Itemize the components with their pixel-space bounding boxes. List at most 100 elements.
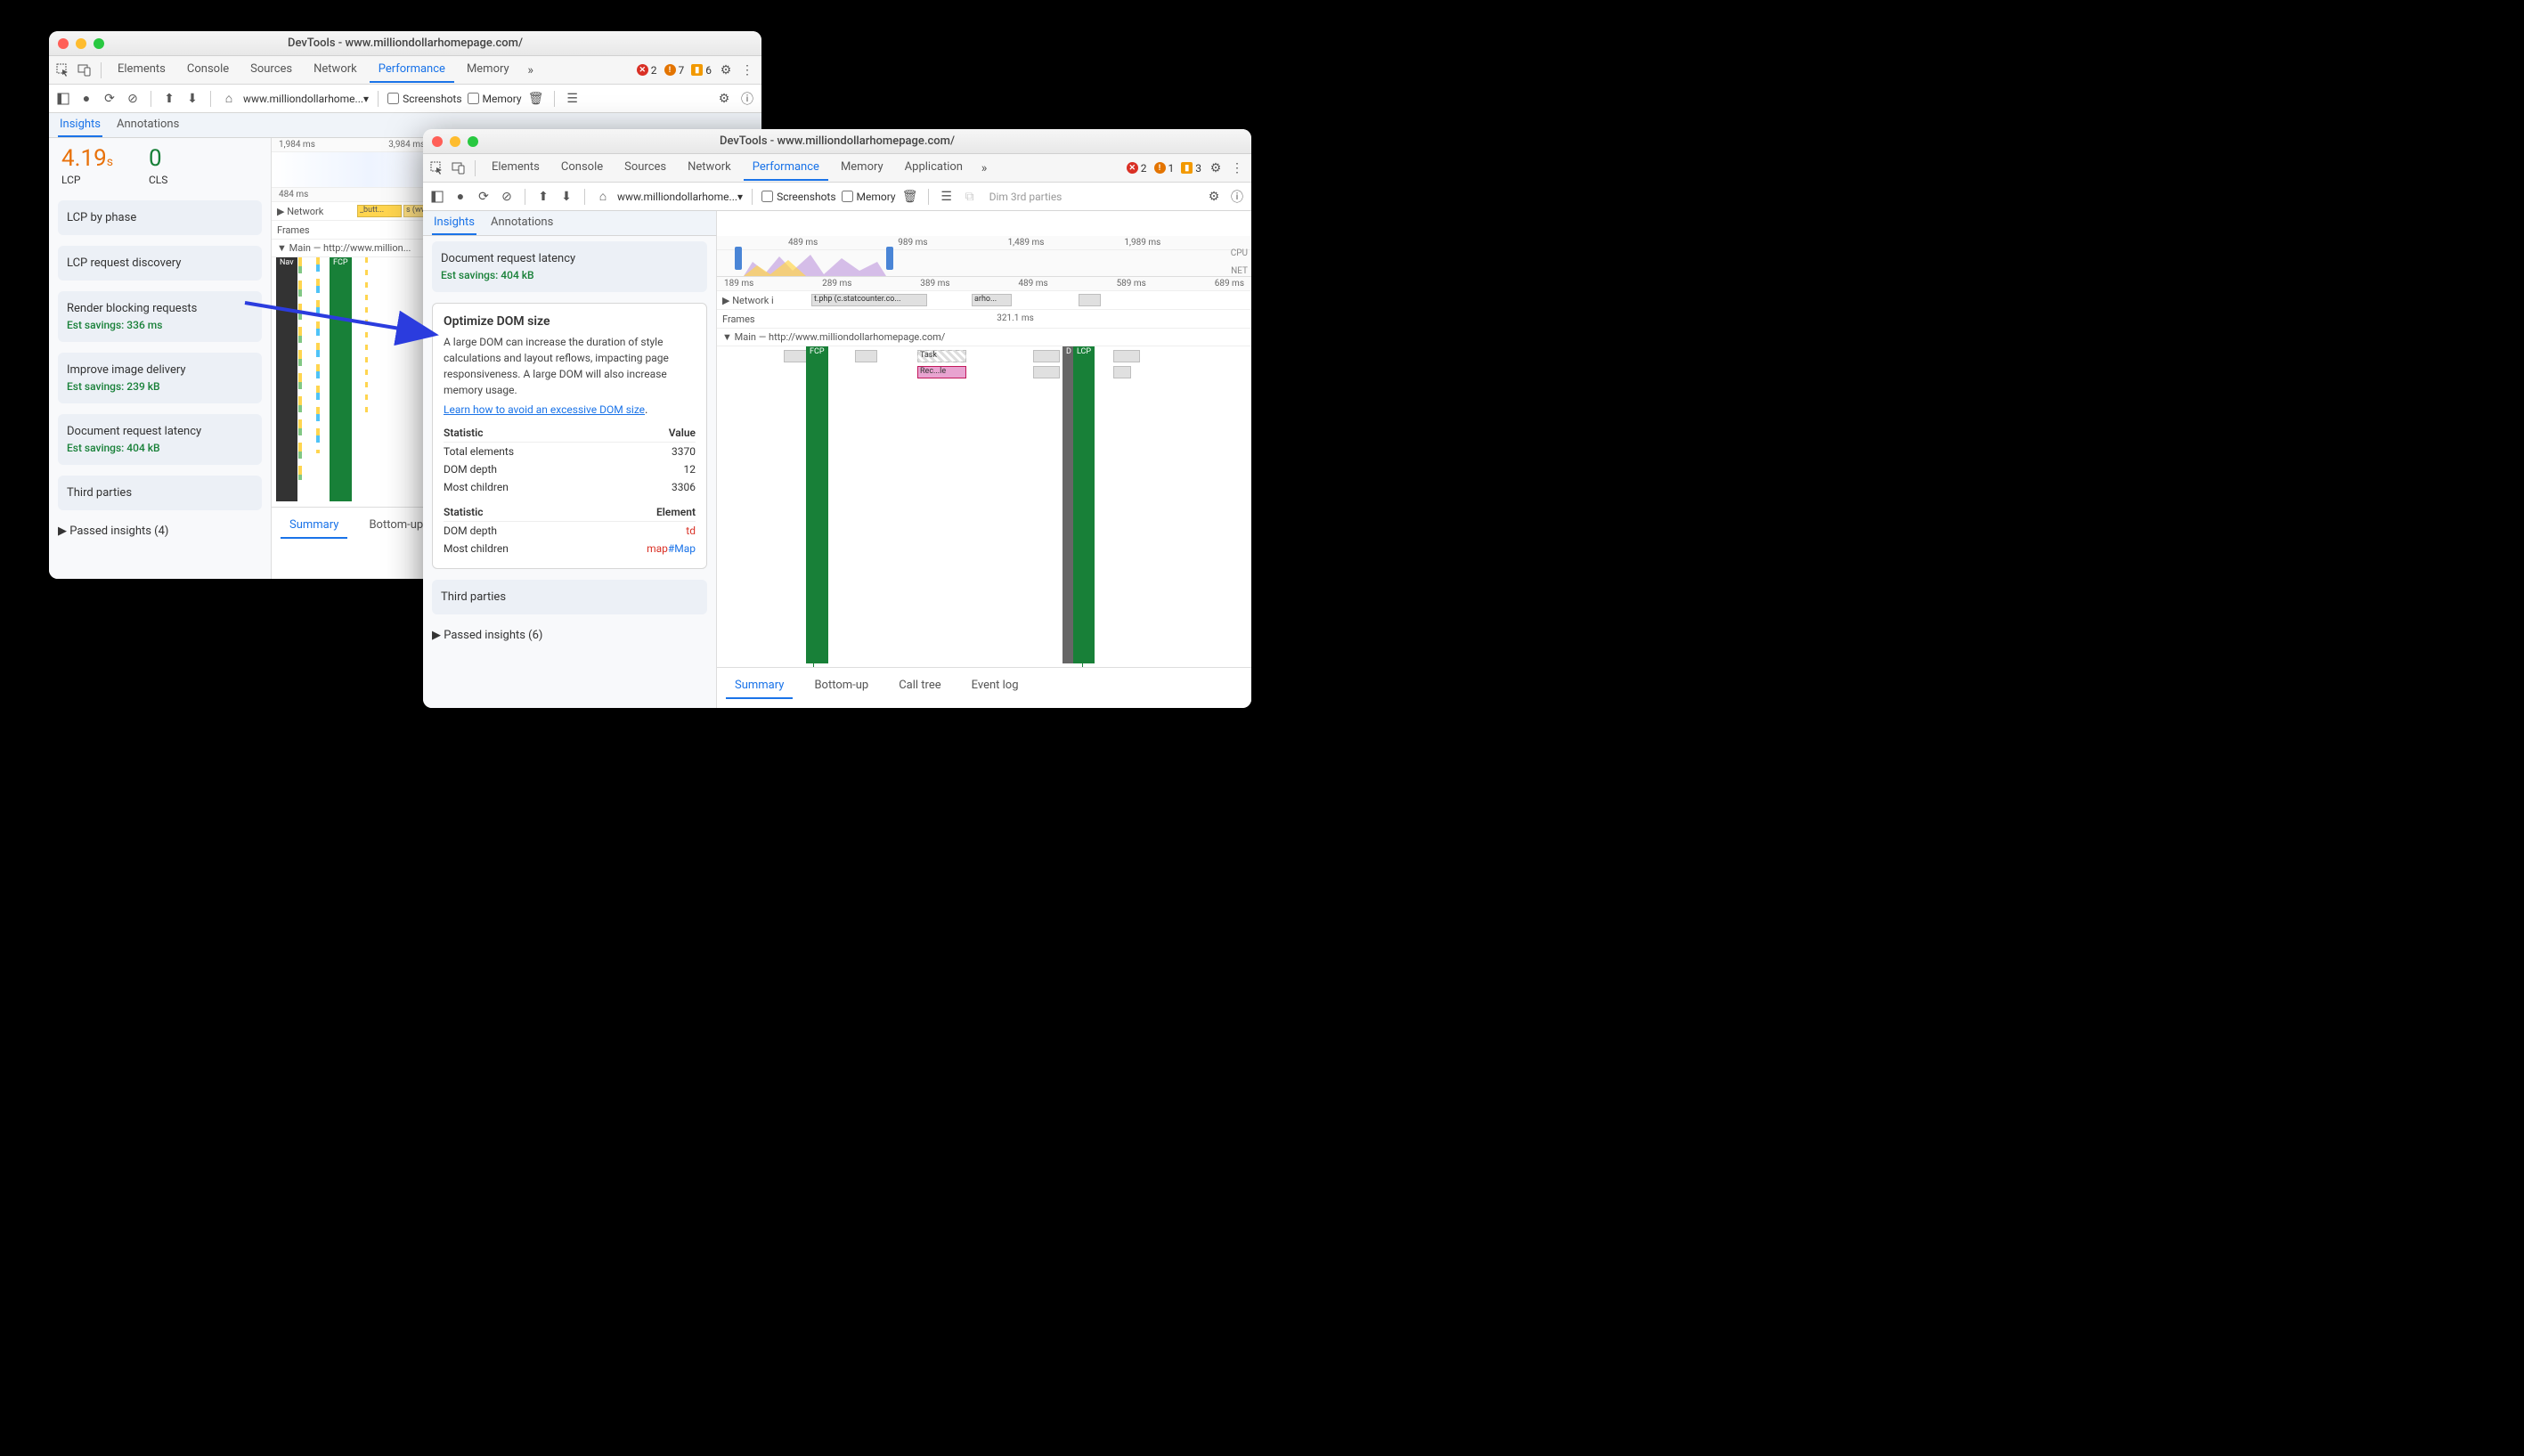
insight-lcp-discovery[interactable]: LCP request discovery: [58, 246, 262, 281]
warnings-badge[interactable]: !1: [1154, 162, 1175, 175]
task-bar[interactable]: Task: [917, 350, 966, 362]
frames-track[interactable]: Frames 321.1 ms: [717, 310, 1251, 329]
main-track[interactable]: ▼ Main — http://www.milliondollarhomepag…: [717, 329, 1251, 346]
tab-console[interactable]: Console: [552, 155, 612, 181]
clear-icon[interactable]: ⊘: [498, 188, 516, 206]
reload-icon[interactable]: ⟳: [475, 188, 493, 206]
flame-block[interactable]: [1033, 366, 1060, 378]
timeline[interactable]: 489 ms 989 ms 1,489 ms 1,989 ms CPU NET …: [717, 236, 1251, 708]
device-icon[interactable]: [450, 159, 468, 177]
flame-stack-1[interactable]: [298, 257, 302, 480]
metric-cls[interactable]: 0 CLS: [149, 145, 167, 186]
tab-elements[interactable]: Elements: [483, 155, 549, 181]
issues-badge[interactable]: ▮3: [1181, 162, 1201, 175]
tab-memory[interactable]: Memory: [832, 155, 892, 181]
bt-eventlog[interactable]: Event log: [963, 673, 1028, 699]
close-button[interactable]: [432, 136, 443, 147]
help-icon[interactable]: ⓘ: [738, 90, 756, 108]
flame-block[interactable]: [1113, 366, 1131, 378]
errors-badge[interactable]: ✕2: [637, 64, 657, 77]
inspect-icon[interactable]: [428, 159, 446, 177]
inspect-icon[interactable]: [54, 61, 72, 79]
url-dropdown[interactable]: www.milliondollarhome... ▾: [243, 93, 369, 105]
home-icon[interactable]: ⌂: [220, 90, 238, 108]
download-icon[interactable]: ⬇: [558, 188, 575, 206]
settings-icon[interactable]: ⚙: [1207, 159, 1225, 177]
memory-checkbox[interactable]: Memory: [468, 93, 522, 105]
tab-memory[interactable]: Memory: [458, 57, 518, 83]
maximize-button[interactable]: [94, 38, 104, 49]
flame-block[interactable]: [1033, 350, 1060, 362]
maximize-button[interactable]: [468, 136, 478, 147]
tab-network[interactable]: Network: [305, 57, 366, 83]
subtab-insights[interactable]: Insights: [58, 113, 102, 137]
bt-bottomup[interactable]: Bottom-up: [360, 513, 432, 539]
tab-elements[interactable]: Elements: [109, 57, 175, 83]
upload-icon[interactable]: ⬆: [534, 188, 552, 206]
shortcut-icon[interactable]: ⧉: [961, 188, 979, 206]
net-bar-3[interactable]: [1079, 294, 1101, 306]
subtab-annotations[interactable]: Annotations: [489, 211, 555, 235]
record-icon[interactable]: ●: [77, 90, 95, 108]
tab-sources[interactable]: Sources: [615, 155, 675, 181]
learn-more-link[interactable]: Learn how to avoid an excessive DOM size: [444, 403, 645, 416]
bt-summary[interactable]: Summary: [726, 673, 793, 699]
dim-3rd-parties[interactable]: Dim 3rd parties: [989, 191, 1063, 203]
screenshots-checkbox[interactable]: Screenshots: [761, 191, 835, 203]
home-icon[interactable]: ⌂: [594, 188, 612, 206]
more-tabs-icon[interactable]: »: [522, 61, 540, 79]
kebab-icon[interactable]: ⋮: [738, 61, 756, 79]
record-icon[interactable]: ●: [452, 188, 469, 206]
tab-performance[interactable]: Performance: [370, 57, 454, 83]
subtab-insights[interactable]: Insights: [432, 211, 476, 235]
range-handle-right[interactable]: [886, 247, 893, 270]
device-icon[interactable]: [76, 61, 94, 79]
subtab-annotations[interactable]: Annotations: [115, 113, 181, 137]
insight-doc-latency[interactable]: Document request latency Est savings: 40…: [432, 241, 707, 292]
minimize-button[interactable]: [76, 38, 86, 49]
recalc-bar[interactable]: Rec...le: [917, 366, 966, 378]
tab-console[interactable]: Console: [178, 57, 238, 83]
gc-icon[interactable]: 🗑: [527, 90, 545, 108]
kebab-icon[interactable]: ⋮: [1228, 159, 1246, 177]
bt-summary[interactable]: Summary: [281, 513, 347, 539]
net-bar-1[interactable]: _butt...: [357, 205, 402, 217]
memory-checkbox[interactable]: Memory: [842, 191, 896, 203]
warnings-badge[interactable]: !7: [664, 64, 685, 77]
screenshots-checkbox[interactable]: Screenshots: [387, 93, 461, 105]
insight-optimize-dom[interactable]: Optimize DOM size A large DOM can increa…: [432, 303, 707, 569]
insight-render-blocking[interactable]: Render blocking requests Est savings: 33…: [58, 291, 262, 342]
insight-doc-latency[interactable]: Document request latency Est savings: 40…: [58, 414, 262, 465]
passed-insights[interactable]: ▶ Passed insights (6): [423, 620, 716, 651]
more-tabs-icon[interactable]: »: [975, 159, 993, 177]
tab-performance[interactable]: Performance: [744, 155, 828, 181]
insight-image-delivery[interactable]: Improve image delivery Est savings: 239 …: [58, 353, 262, 403]
flame-stack-3[interactable]: [365, 257, 368, 418]
bt-calltree[interactable]: Call tree: [890, 673, 949, 699]
clear-icon[interactable]: ⊘: [124, 90, 142, 108]
settings-icon[interactable]: ⚙: [717, 61, 735, 79]
metric-lcp[interactable]: 4.19s LCP: [61, 145, 113, 186]
gc-icon[interactable]: 🗑: [901, 188, 919, 206]
gear-icon[interactable]: ⚙: [715, 90, 733, 108]
insight-lcp-phase[interactable]: LCP by phase: [58, 200, 262, 235]
tab-network[interactable]: Network: [679, 155, 740, 181]
errors-badge[interactable]: ✕2: [1127, 162, 1147, 175]
url-dropdown[interactable]: www.milliondollarhome... ▾: [617, 191, 743, 203]
insight-third-parties[interactable]: Third parties: [432, 580, 707, 614]
minimize-button[interactable]: [450, 136, 460, 147]
dock-icon[interactable]: [428, 188, 446, 206]
download-icon[interactable]: ⬇: [183, 90, 201, 108]
net-bar-2[interactable]: arho...: [972, 294, 1012, 306]
tab-sources[interactable]: Sources: [241, 57, 301, 83]
flame-block[interactable]: [855, 350, 877, 362]
gear-icon[interactable]: ⚙: [1205, 188, 1223, 206]
passed-insights[interactable]: ▶ Passed insights (4): [49, 516, 271, 547]
range-handle-left[interactable]: [735, 247, 742, 270]
flame-block[interactable]: [1113, 350, 1140, 362]
tab-application[interactable]: Application: [896, 155, 972, 181]
net-bar[interactable]: t.php (c.statcounter.co...: [811, 294, 927, 306]
reload-icon[interactable]: ⟳: [101, 90, 118, 108]
overview-strip[interactable]: 489 ms 989 ms 1,489 ms 1,989 ms CPU NET: [717, 236, 1251, 277]
dock-icon[interactable]: [54, 90, 72, 108]
